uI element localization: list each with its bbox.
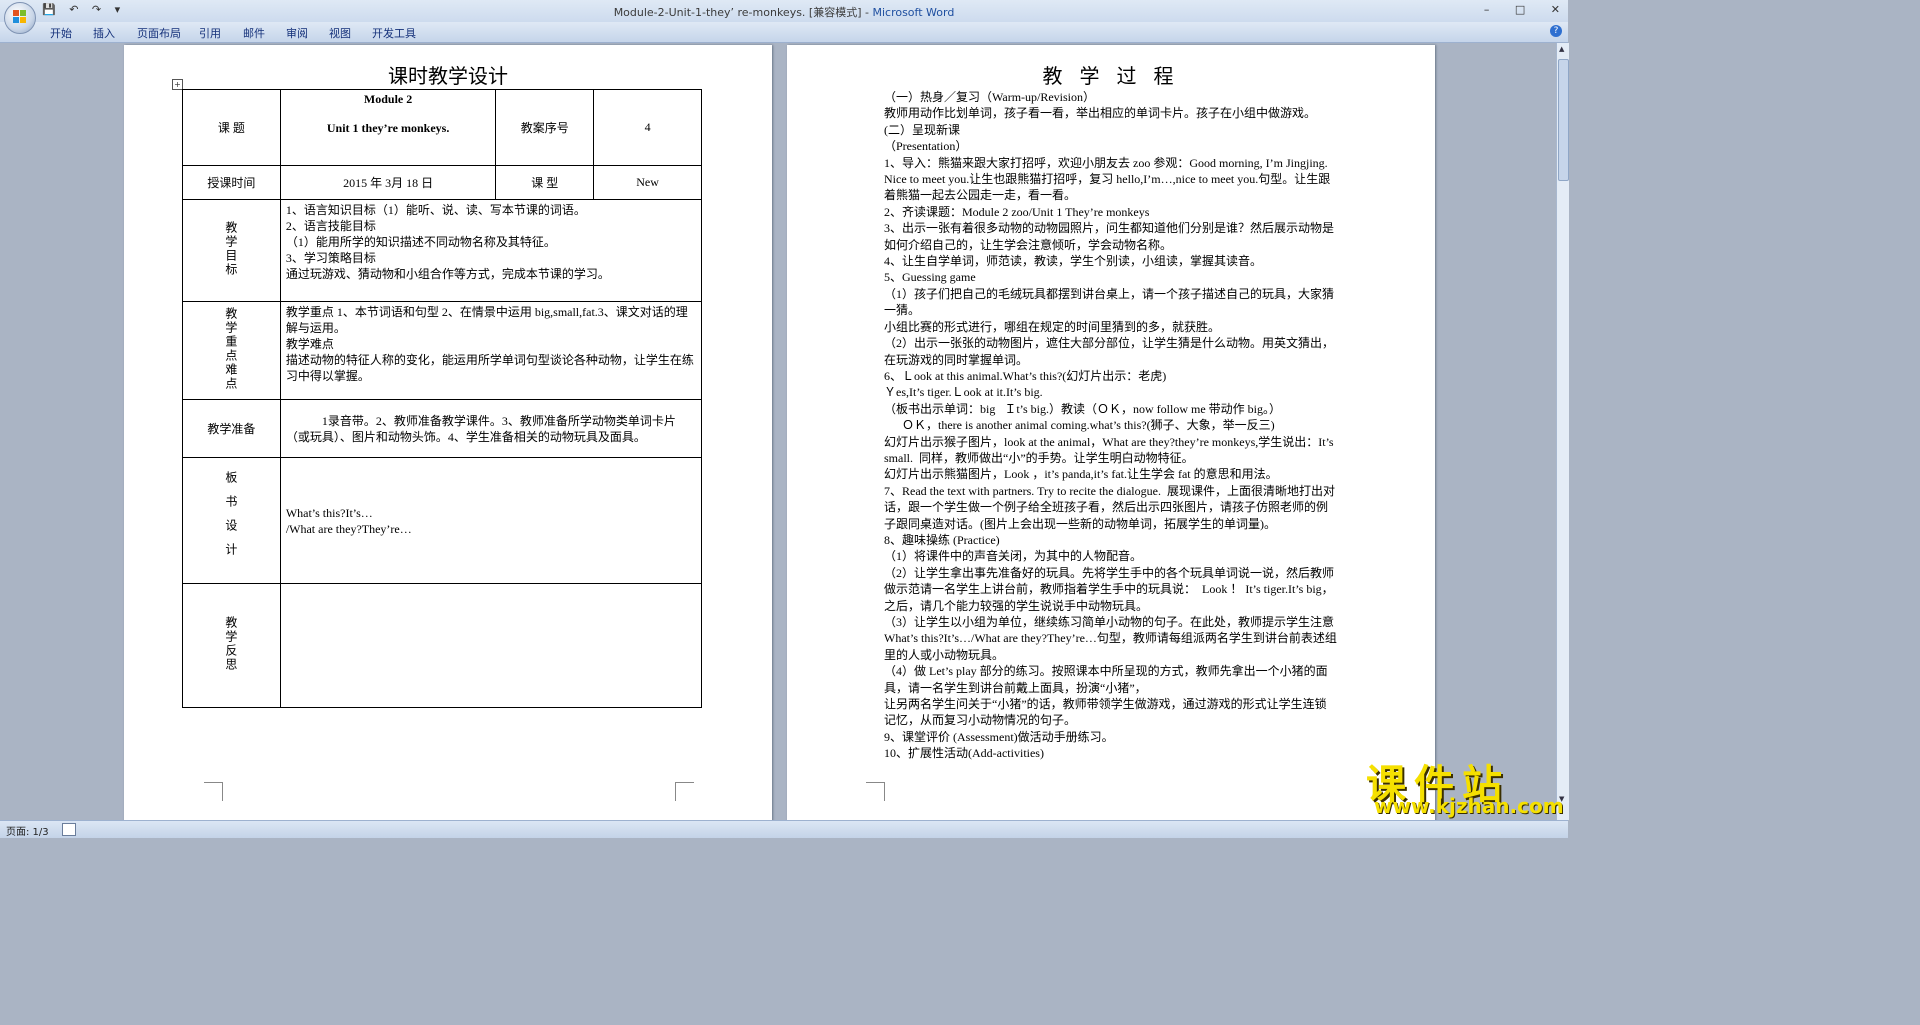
page-indicator[interactable]: 页面: 1/3 <box>6 823 49 838</box>
key-points-label: 教学重点难点 <box>223 306 238 391</box>
lesson-type-value[interactable]: New <box>593 165 702 200</box>
help-icon[interactable]: ? <box>1550 25 1562 37</box>
key-point-line: 教学重点 1、本节词语和句型 2、在情景中运用 big,small,fat.3、… <box>285 305 688 335</box>
reflection-cell[interactable] <box>279 583 703 708</box>
reflection-label: 教学反思 <box>223 615 238 672</box>
process-line: 10、扩展性活动(Add-activities) <box>884 746 1044 761</box>
page-2: 教 学 过 程 （一）热身／复习（Warm-up/Revision） 教师用动作… <box>787 45 1435 822</box>
kjzhan-watermark: 课件站 www.kjzhan.com <box>1362 752 1564 820</box>
process-line: 幻灯片出示猴子图片，look at the animal，What are th… <box>884 434 1337 465</box>
tab-home[interactable]: 开始 <box>50 25 72 41</box>
tab-view[interactable]: 视图 <box>329 25 351 41</box>
office-logo-icon <box>13 10 27 24</box>
lesson-design-table: 课 题 Module 2 Unit 1 they’re monkeys. 教案序… <box>182 89 703 708</box>
board-line: /What are they?They’re… <box>285 521 412 536</box>
close-button[interactable]: ✕ <box>1551 3 1560 16</box>
process-line: （4）做 Let’s play 部分的练习。按照课本中所呈现的方式，教师先拿出一… <box>884 664 1328 695</box>
process-line: 3、出示一张有着很多动物的动物园照片，问生都知道他们分别是谁？然后展示动物是如何… <box>884 221 1335 252</box>
key-points-cell[interactable]: 教学重点 1、本节词语和句型 2、在情景中运用 big,small,fat.3、… <box>279 301 703 400</box>
tab-insert[interactable]: 插入 <box>93 25 115 41</box>
title-bar: 💾 ↶ ↷ ▾ Module-2-Unit-1-they’ re-monkeys… <box>0 0 1568 34</box>
objective-line: 3、学习策略目标 <box>285 251 376 265</box>
lesson-type-label: 课 型 <box>495 165 595 200</box>
process-line: 2、齐读课题：Module 2 zoo/Unit 1 They’re monke… <box>884 204 1150 219</box>
module-title: Module 2 <box>363 92 413 106</box>
topic-label: 课 题 <box>182 89 281 166</box>
objective-line: 1、语言知识目标（1）能听、说、读、写本节课的词语。 <box>285 203 586 217</box>
tab-developer[interactable]: 开发工具 <box>372 25 416 41</box>
process-line: （Presentation） <box>884 139 968 154</box>
status-bar: 页面: 1/3 <box>0 820 1568 838</box>
lesson-number-value[interactable]: 4 <box>593 89 702 166</box>
ribbon-tabs: 开始 插入 页面布局 引用 邮件 审阅 视图 开发工具 ? <box>0 22 1568 43</box>
process-line: 让另两名学生问关于“小猪”的话，教师带领学生做游戏，通过游戏的形式让学生连锁记忆… <box>884 697 1327 728</box>
class-time-value[interactable]: 2015 年 3月 18 日 <box>279 165 497 200</box>
scroll-thumb[interactable] <box>1558 59 1569 181</box>
objective-line: （1）能用所学的知识描述不同动物名称及其特征。 <box>285 235 556 249</box>
window-controls: – □ ✕ <box>1462 3 1560 16</box>
scroll-up-icon[interactable]: ▲ <box>1559 45 1564 53</box>
lesson-number-label: 教案序号 <box>495 89 595 166</box>
unit-title: Unit 1 they’re monkeys. <box>326 121 450 135</box>
process-line: 5、Guessing game <box>884 270 976 285</box>
class-time-label: 授课时间 <box>182 165 281 200</box>
process-line: 小组比赛的形式进行，哪组在规定的时间里猜到的多，就获胜。 <box>884 319 1221 334</box>
vertical-scrollbar[interactable]: ▲ ▼ <box>1556 43 1569 820</box>
process-line: （1）将课件中的声音关闭，为其中的人物配音。 <box>884 549 1143 564</box>
board-line: What’s this?It’s… <box>285 505 373 520</box>
process-line: （板书出示单词：big Ｉt’s big.）教读（ＯＫ，now follow m… <box>884 401 1281 416</box>
preparation-cell[interactable]: 1录音带。2、教师准备教学课件。3、教师准备所学动物类单词卡片（或玩具）、图片和… <box>279 399 703 458</box>
process-line: （2）出示一张张的动物图片，遮住大部分部位，让学生猜是什么动物。用英文猜出，在玩… <box>884 336 1335 367</box>
process-line: 幻灯片出示熊猫图片，Look ，it’s panda,it’s fat.让生学会… <box>884 467 1278 482</box>
process-line: 9、课堂评价 (Assessment)做活动手册练习。 <box>884 729 1114 744</box>
tab-page-layout[interactable]: 页面布局 <box>137 25 181 41</box>
page-1-title: 课时教学设计 <box>388 66 508 88</box>
process-line: 1、导入：熊猫来跟大家打招呼，欢迎小朋友去 zoo 参观：Good mornin… <box>884 155 1331 203</box>
board-design-cell[interactable]: What’s this?It’s… /What are they?They’re… <box>279 457 703 584</box>
office-button[interactable] <box>4 2 36 34</box>
process-line: （3）让学生以小组为单位，继续练习简单小动物的句子。在此处，教师提示学生注意 W… <box>884 615 1338 662</box>
objective-line: 通过玩游戏、猜动物和小组合作等方式，完成本节课的学习。 <box>285 267 610 281</box>
process-line: ＯＫ，there is another animal coming.what’s… <box>884 418 1275 433</box>
maximize-button[interactable]: □ <box>1515 3 1525 16</box>
process-line: 8、趣味操练 (Practice) <box>884 532 1000 547</box>
tab-references[interactable]: 引用 <box>199 25 221 41</box>
watermark-url: www.kjzhan.com <box>1374 794 1564 818</box>
objectives-cell[interactable]: 1、语言知识目标（1）能听、说、读、写本节课的词语。 2、语言技能目标 （1）能… <box>279 199 703 302</box>
process-line: 6、Ｌook at this animal.What’s this?(幻灯片出示… <box>884 368 1167 383</box>
crop-mark <box>204 782 223 801</box>
page-1: 课时教学设计 + 课 题 Module 2 Unit 1 they’re mon… <box>124 45 772 822</box>
teaching-process-body[interactable]: （一）热身／复习（Warm-up/Revision） 教师用动作比划单词，孩子看… <box>884 89 1338 762</box>
window-title: Module-2-Unit-1-they’ re-monkeys. [兼容模式]… <box>0 4 1568 20</box>
document-name: Module-2-Unit-1-they’ re-monkeys. [兼容模式]… <box>613 6 873 19</box>
objective-line: 2、语言技能目标 <box>285 219 376 233</box>
preparation-label: 教学准备 <box>182 399 281 458</box>
minimize-button[interactable]: – <box>1484 3 1490 16</box>
key-point-line: 描述动物的特征人称的变化，能运用所学单词句型谈论各种动物，让学生在练习中得以掌握… <box>285 353 694 383</box>
process-line: Ｙes,It’s tiger.Ｌook at it.It’s big. <box>884 385 1043 400</box>
process-line: (二）呈现新课 <box>884 122 960 137</box>
page-2-title: 教 学 过 程 <box>1042 66 1180 88</box>
proofing-icon[interactable] <box>62 823 76 836</box>
board-design-label: 板书设计 <box>223 470 238 567</box>
process-line: （一）热身／复习（Warm-up/Revision） <box>884 90 1096 104</box>
process-line: （2）让学生拿出事先准备好的玩具。先将学生手中的各个玩具单词说一说，然后教师做示… <box>884 565 1335 613</box>
tab-review[interactable]: 审阅 <box>286 25 308 41</box>
topic-cell[interactable]: Module 2 Unit 1 they’re monkeys. <box>279 89 497 166</box>
process-line: （1）孩子们把自己的毛绒玩具都摆到讲台桌上，请一个孩子描述自己的玩具，大家猜一猜… <box>884 286 1335 318</box>
process-line: 教师用动作比划单词，孩子看一看，举出相应的单词卡片。孩子在小组中做游戏。 <box>884 106 1317 121</box>
crop-mark <box>675 782 694 801</box>
tab-mailings[interactable]: 邮件 <box>243 25 265 41</box>
app-name: Microsoft Word <box>872 6 955 19</box>
process-line: 4、让生自学单词，师范读，教读，学生个别读，小组读，掌握其读音。 <box>884 254 1263 269</box>
process-line: 7、Read the text with partners. Try to re… <box>884 483 1335 531</box>
crop-mark <box>866 782 885 801</box>
objectives-label: 教学目标 <box>223 220 238 277</box>
key-point-line: 教学难点 <box>285 337 334 351</box>
preparation-text: 1录音带。2、教师准备教学课件。3、教师准备所学动物类单词卡片（或玩具）、图片和… <box>285 413 676 444</box>
